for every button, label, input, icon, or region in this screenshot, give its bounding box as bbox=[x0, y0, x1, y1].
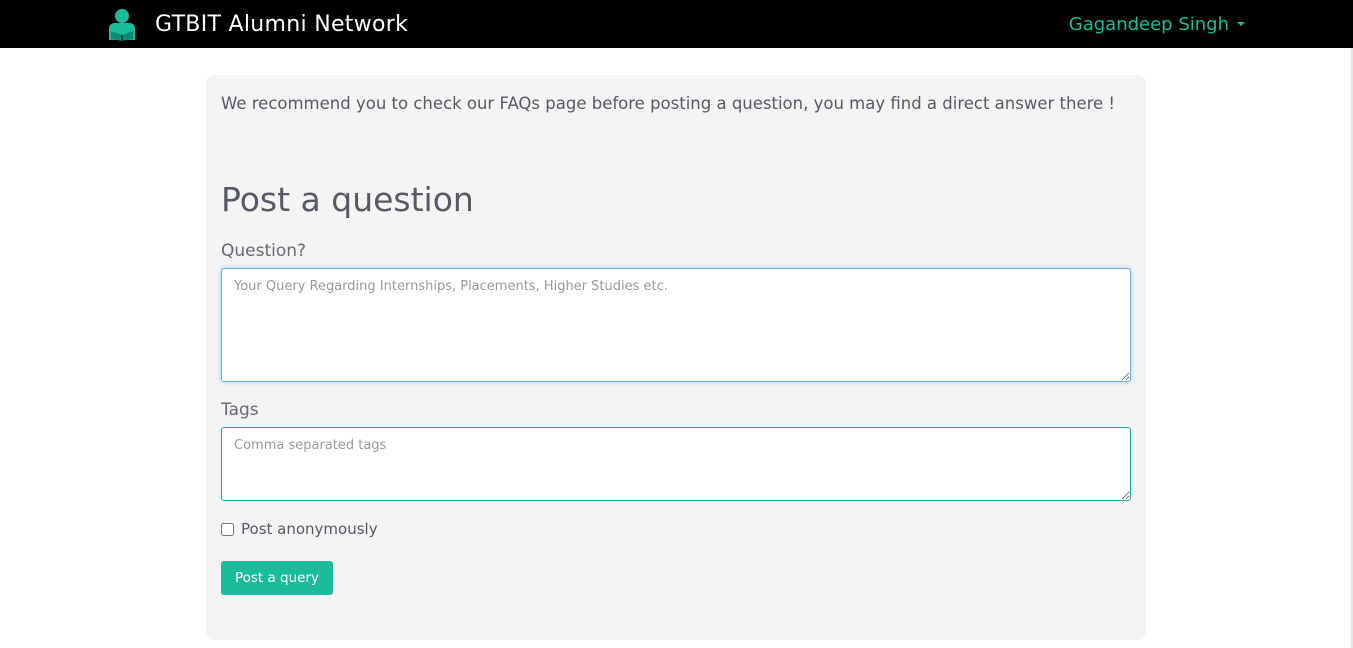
post-query-button[interactable]: Post a query bbox=[221, 561, 333, 595]
graduate-reading-icon bbox=[109, 9, 135, 41]
anonymous-label: Post anonymously bbox=[241, 520, 378, 538]
tags-label: Tags bbox=[221, 400, 259, 420]
caret-down-icon bbox=[1237, 22, 1245, 26]
user-name: Gagandeep Singh bbox=[1068, 13, 1229, 35]
anonymous-checkbox[interactable] bbox=[221, 522, 234, 536]
question-label: Question? bbox=[221, 241, 307, 261]
question-form-card: We recommend you to check our FAQs page … bbox=[206, 75, 1146, 640]
faq-notice: We recommend you to check our FAQs page … bbox=[221, 94, 1116, 113]
user-menu-dropdown[interactable]: Gagandeep Singh bbox=[1069, 12, 1245, 36]
tags-textarea[interactable] bbox=[221, 427, 1131, 501]
question-textarea[interactable] bbox=[221, 268, 1131, 382]
anonymous-option[interactable]: Post anonymously bbox=[221, 520, 378, 538]
brand-link[interactable]: GTBIT Alumni Network bbox=[105, 7, 408, 41]
brand-title: GTBIT Alumni Network bbox=[155, 11, 409, 37]
page-title: Post a question bbox=[221, 180, 474, 219]
top-navbar: GTBIT Alumni Network Gagandeep Singh bbox=[0, 0, 1353, 48]
